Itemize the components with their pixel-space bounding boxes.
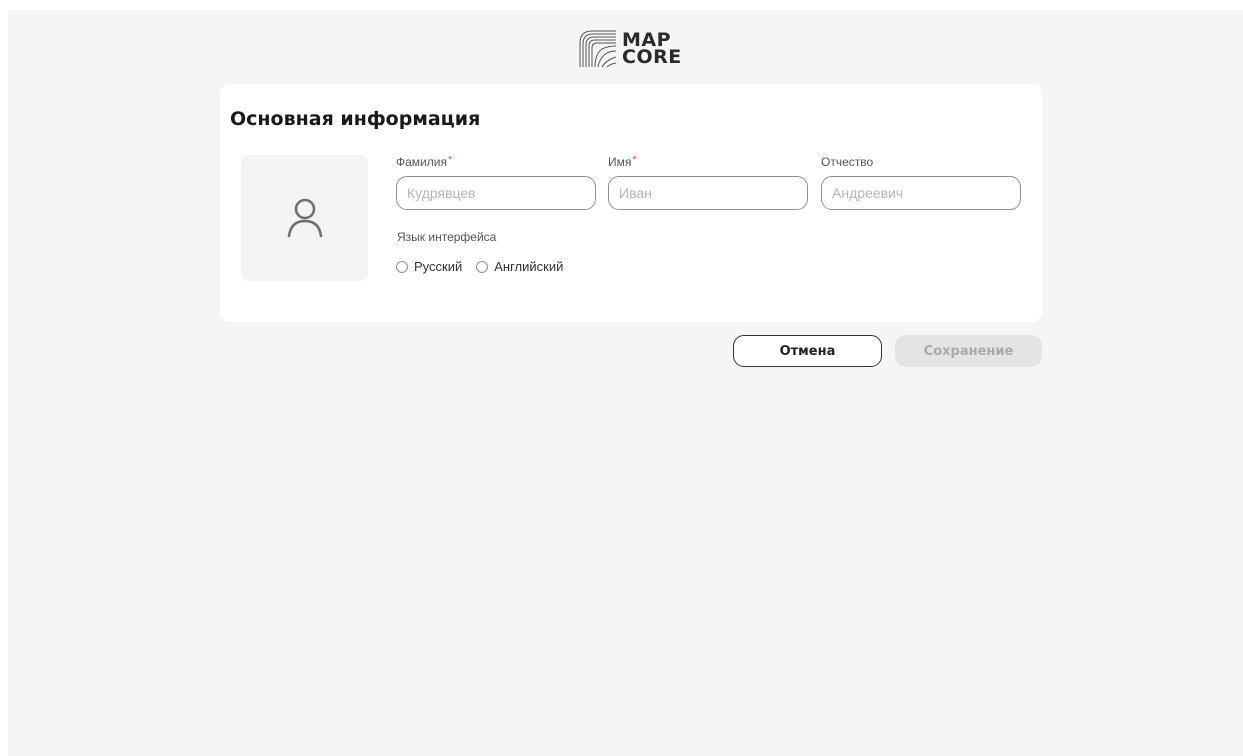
interface-language-label: Язык интерфейса [397, 230, 497, 244]
section-title: Основная информация [230, 108, 481, 130]
first-name-label-text: Имя [608, 155, 632, 169]
patronymic-label: Отчество [821, 154, 1021, 170]
required-mark: * [632, 154, 637, 166]
last-name-input[interactable] [396, 176, 596, 210]
logo-wordmark: MAP CORE [622, 31, 682, 68]
radio-label-russian: Русский [414, 259, 463, 274]
save-button[interactable]: Сохранение [895, 335, 1042, 367]
logo-text-core: CORE [622, 46, 682, 68]
last-name-field-group: Фамилия* [396, 154, 596, 210]
patronymic-label-text: Отчество [821, 155, 874, 169]
radio-button-russian[interactable] [396, 260, 408, 273]
radio-option-russian[interactable]: Русский [396, 259, 462, 274]
first-name-input[interactable] [608, 176, 808, 210]
basic-info-card: Основная информация Фамилия* Имя* Отчест… [220, 84, 1042, 322]
radio-label-english: Английский [494, 259, 564, 274]
first-name-label: Имя* [608, 154, 808, 170]
required-mark: * [447, 154, 453, 166]
cancel-button[interactable]: Отмена [733, 335, 882, 367]
patronymic-input[interactable] [821, 176, 1021, 210]
user-icon [287, 198, 322, 238]
radio-button-english[interactable] [476, 260, 489, 273]
topographic-lines-icon [579, 30, 617, 68]
last-name-label: Фамилия* [396, 154, 596, 170]
radio-option-english[interactable]: Английский [476, 259, 563, 274]
avatar-upload[interactable] [241, 155, 368, 281]
first-name-field-group: Имя* [608, 154, 808, 210]
last-name-label-text: Фамилия [396, 155, 447, 169]
interface-language-radio-group: Русский Английский [396, 259, 563, 274]
patronymic-field-group: Отчество [821, 154, 1021, 210]
page-background: MAP CORE Основная информация Фамилия* Им… [8, 10, 1243, 756]
logo: MAP CORE [576, 26, 696, 72]
